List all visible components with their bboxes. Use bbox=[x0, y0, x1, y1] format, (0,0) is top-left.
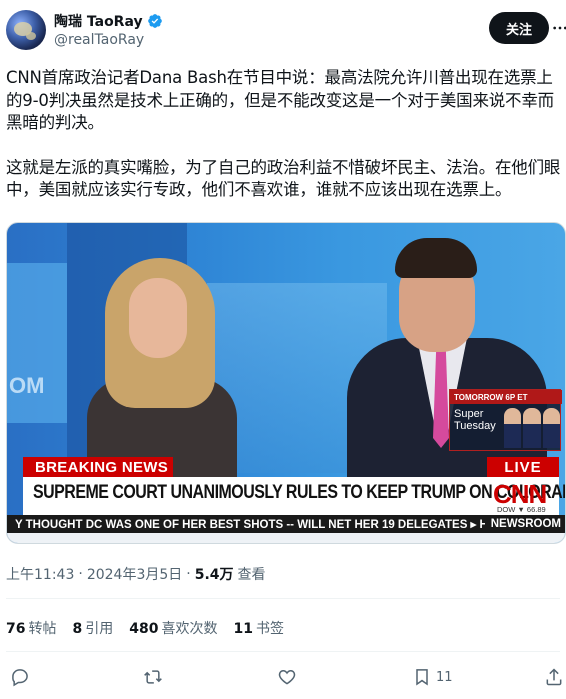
tweet-paragraph: 这就是左派的真实嘴脸，为了自己的政治利益不惜破坏民主、法治。在他们眼中，美国就应… bbox=[6, 157, 561, 200]
ticker-text: Y THOUGHT DC WAS ONE OF HER BEST SHOTS -… bbox=[15, 519, 511, 531]
tweet-meta: 上午11:43 · 2024年3月5日 · 5.4万 查看 bbox=[6, 564, 266, 584]
avatar[interactable] bbox=[6, 10, 46, 50]
name-row: 陶瑞 TaoRay bbox=[54, 11, 163, 31]
news-ticker: Y THOUGHT DC WAS ONE OF HER BEST SHOTS -… bbox=[7, 515, 565, 533]
share-button[interactable] bbox=[544, 666, 564, 688]
tweet-header: 陶瑞 TaoRay @realTaoRay 关注 bbox=[6, 10, 566, 54]
divider bbox=[6, 598, 560, 599]
author-display-name[interactable]: 陶瑞 TaoRay bbox=[54, 11, 143, 31]
ticker-brand: NEWSROOM bbox=[484, 515, 561, 533]
more-icon[interactable] bbox=[552, 20, 566, 36]
heart-icon bbox=[278, 669, 296, 685]
tweet-media-video[interactable]: OM TOMORROW 6P ET Super Tuesday BREAKING… bbox=[6, 222, 566, 544]
bookmark-icon bbox=[416, 669, 428, 686]
news-headline: SUPREME COURT UNANIMOUSLY RULES TO KEEP … bbox=[33, 482, 565, 503]
tweet-actions: 11 bbox=[6, 666, 562, 688]
like-button[interactable] bbox=[277, 666, 297, 688]
stat-likes[interactable]: 480 喜欢次数 bbox=[129, 618, 217, 638]
repost-icon bbox=[144, 670, 162, 684]
verified-badge-icon bbox=[147, 14, 162, 28]
view-label: 查看 bbox=[237, 567, 266, 583]
stat-quotes[interactable]: 8 引用 bbox=[72, 618, 113, 638]
reply-icon bbox=[12, 669, 28, 687]
tweet-text: CNN首席政治记者Dana Bash在节目中说：最高法院允许川普出现在选票上的9… bbox=[6, 67, 562, 202]
bookmark-count: 11 bbox=[436, 669, 453, 685]
tweet-date[interactable]: 2024年3月5日 bbox=[87, 564, 182, 584]
promo-header: TOMORROW 6P ET bbox=[450, 390, 562, 404]
tweet-stats: 76 转帖 8 引用 480 喜欢次数 11 书签 bbox=[6, 618, 284, 638]
share-icon bbox=[546, 668, 562, 686]
live-badge: LIVE bbox=[487, 457, 559, 477]
super-tuesday-promo: TOMORROW 6P ET Super Tuesday bbox=[449, 389, 562, 451]
dow-ticker: DOW ▼ 66.89 bbox=[497, 505, 546, 514]
repost-button[interactable] bbox=[143, 666, 163, 688]
meta-separator: · bbox=[186, 566, 191, 582]
tweet-time[interactable]: 上午11:43 bbox=[6, 564, 74, 584]
lower-third: SUPREME COURT UNANIMOUSLY RULES TO KEEP … bbox=[23, 477, 565, 515]
stat-reposts[interactable]: 76 转帖 bbox=[6, 618, 56, 638]
bookmark-button[interactable]: 11 bbox=[412, 666, 453, 688]
view-count: 5.4万 bbox=[194, 567, 234, 583]
studio-background-text: OM bbox=[9, 373, 45, 398]
candidate-portraits bbox=[504, 408, 560, 448]
stat-bookmarks[interactable]: 11 书签 bbox=[233, 618, 283, 638]
meta-separator: · bbox=[78, 566, 83, 582]
divider bbox=[6, 651, 560, 652]
reply-button[interactable] bbox=[10, 666, 30, 688]
tweet-paragraph: CNN首席政治记者Dana Bash在节目中说：最高法院允许川普出现在选票上的9… bbox=[6, 68, 554, 132]
author-handle[interactable]: @realTaoRay bbox=[54, 32, 144, 48]
promo-title: Super Tuesday bbox=[454, 408, 496, 432]
follow-button[interactable]: 关注 bbox=[489, 12, 549, 44]
breaking-news-label: BREAKING NEWS bbox=[23, 457, 173, 477]
